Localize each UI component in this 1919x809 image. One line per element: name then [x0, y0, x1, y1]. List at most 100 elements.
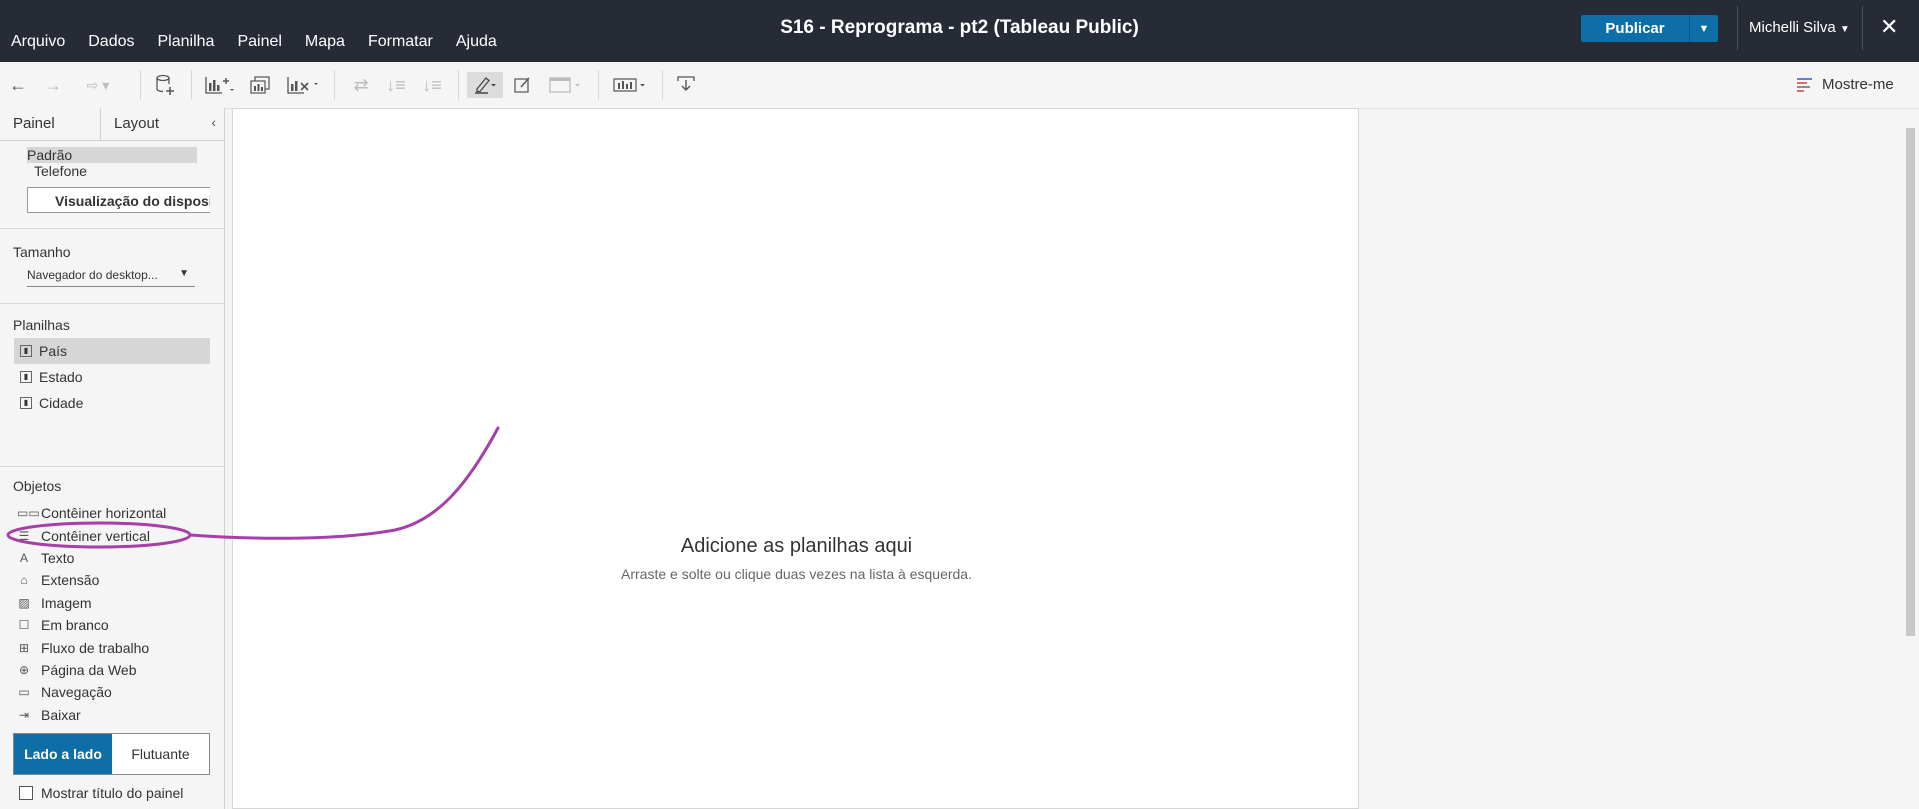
fit-icon[interactable] — [547, 72, 583, 98]
objects-section: Objetos ▭▭ Contêiner horizontal ☰ Contêine… — [0, 466, 224, 726]
dashboard-side-panel: Painel Layout ‹ Padrão Telefone Visualiz… — [0, 108, 225, 809]
show-title-checkbox[interactable] — [19, 786, 33, 800]
separator — [1862, 6, 1863, 50]
panel-tabs: Painel Layout ‹ — [0, 108, 224, 141]
text-icon: A — [19, 550, 28, 565]
show-title-option[interactable]: Mostrar título do painel — [19, 785, 183, 801]
object-workflow[interactable]: ⊞ Fluxo de trabalho — [0, 636, 224, 658]
size-dropdown[interactable]: Navegador do desktop... ▼ — [27, 268, 195, 287]
show-me-label: Mostre-me — [1822, 76, 1894, 93]
clear-sheet-icon[interactable] — [285, 72, 321, 98]
sheet-label: Estado — [39, 369, 83, 385]
title-bar: Arquivo Dados Planilha Painel Mapa Forma… — [0, 0, 1919, 62]
device-default[interactable]: Padrão — [27, 147, 197, 163]
toolbar: ← → ⇨ ▾ ⇄ ↓≡ ↓≡ Mostre-me — [0, 62, 1919, 109]
size-value: Navegador do desktop... — [27, 268, 158, 282]
blank-icon: ☐ — [18, 618, 30, 633]
object-label: Contêiner vertical — [41, 527, 150, 544]
object-label: Fluxo de trabalho — [41, 639, 150, 656]
object-label: Página da Web — [41, 661, 137, 678]
object-label: Extensão — [41, 572, 100, 589]
separator — [334, 70, 335, 100]
sheet-item-pais[interactable]: ▮ País — [14, 338, 210, 364]
sort-descending-icon[interactable]: ↓≡ — [420, 72, 444, 98]
annotate-icon[interactable] — [512, 72, 534, 98]
duplicate-sheet-icon[interactable] — [248, 72, 274, 98]
swap-icon[interactable]: ⇄ — [350, 72, 372, 98]
object-label: Texto — [41, 549, 75, 566]
canvas-subtext: Arraste e solte ou clique duas vezes na … — [621, 566, 972, 582]
sheet-item-cidade[interactable]: ▮ Cidade — [14, 390, 210, 416]
web-page-icon: ⊕ — [18, 662, 30, 677]
sheet-icon: ▮ — [20, 345, 32, 357]
object-horizontal-container[interactable]: ▭▭ Contêiner horizontal — [0, 502, 224, 524]
object-label: Navegação — [41, 684, 112, 701]
sheet-item-estado[interactable]: ▮ Estado — [14, 364, 210, 390]
publish-button[interactable]: Publicar — [1581, 15, 1689, 42]
object-text[interactable]: A Texto — [0, 547, 224, 569]
sheet-label: Cidade — [39, 395, 84, 411]
dropdown-arrow-icon: ▼ — [179, 268, 189, 279]
user-name: Michelli Silva — [1749, 19, 1836, 36]
image-icon: ▨ — [18, 595, 30, 610]
sheets-section: Planilhas ▮ País ▮ Estado ▮ Cidade — [0, 303, 224, 466]
object-label: Em branco — [41, 617, 109, 634]
vertical-container-icon: ☰ — [18, 528, 30, 543]
separator — [662, 70, 663, 100]
chevron-down-icon: ▼ — [1839, 24, 1850, 35]
separator — [191, 70, 192, 100]
presentation-icon[interactable] — [611, 72, 649, 98]
object-blank[interactable]: ☐ Em branco — [0, 614, 224, 636]
floating-button[interactable]: Flutuante — [112, 734, 209, 774]
dashboard-canvas[interactable]: Adicione as planilhas aqui Arraste e sol… — [232, 108, 1359, 809]
device-preview-button[interactable]: Visualização do disposit — [27, 187, 210, 213]
object-web-page[interactable]: ⊕ Página da Web — [0, 659, 224, 681]
object-download[interactable]: ⇥ Baixar — [0, 704, 224, 726]
layout-mode-toggle: Lado a lado Flutuante — [13, 733, 210, 775]
object-extension[interactable]: ⌂ Extensão — [0, 569, 224, 591]
highlight-icon[interactable] — [467, 72, 503, 98]
size-section: Tamanho Navegador do desktop... ▼ — [0, 228, 224, 297]
horizontal-container-icon: ▭▭ — [17, 506, 40, 521]
undo-icon[interactable]: ← — [8, 72, 28, 98]
workflow-icon: ⊞ — [18, 640, 30, 655]
size-title: Tamanho — [13, 244, 71, 260]
redo-icon[interactable]: → — [43, 72, 63, 98]
show-title-label: Mostrar título do painel — [41, 785, 184, 801]
sheets-title: Planilhas — [13, 317, 70, 333]
sheet-icon: ▮ — [20, 371, 32, 383]
new-data-source-icon[interactable] — [152, 72, 178, 98]
collapse-panel-icon[interactable]: ‹ — [211, 114, 216, 130]
sheet-icon: ▮ — [20, 397, 32, 409]
new-sheet-icon[interactable] — [203, 72, 235, 98]
separator — [458, 70, 459, 100]
device-phone[interactable]: Telefone — [27, 163, 224, 179]
object-navigation[interactable]: ▭ Navegação — [0, 681, 224, 703]
separator — [598, 70, 599, 100]
separator — [140, 70, 141, 100]
sheet-label: País — [39, 343, 68, 359]
object-vertical-container[interactable]: ☰ Contêiner vertical — [0, 524, 224, 546]
object-label: Baixar — [41, 706, 81, 723]
extension-icon: ⌂ — [20, 573, 28, 588]
canvas-heading: Adicione as planilhas aqui — [680, 535, 913, 557]
show-me-icon — [1797, 77, 1812, 92]
publish-dropdown-icon[interactable]: ▼ — [1689, 15, 1718, 42]
navigation-icon: ▭ — [18, 685, 30, 700]
object-image[interactable]: ▨ Imagem — [0, 592, 224, 614]
device-list: Padrão Telefone — [0, 141, 224, 179]
object-label: Contêiner horizontal — [41, 505, 167, 522]
user-menu[interactable]: Michelli Silva ▼ — [1749, 19, 1850, 36]
object-label: Imagem — [41, 594, 92, 611]
tab-layout[interactable]: Layout — [101, 108, 202, 140]
download-icon[interactable] — [674, 72, 698, 98]
tab-painel[interactable]: Painel — [0, 108, 101, 140]
replay-icon[interactable]: ⇨ ▾ — [78, 72, 118, 98]
close-icon[interactable]: ✕ — [1880, 14, 1898, 40]
sort-ascending-icon[interactable]: ↓≡ — [385, 72, 407, 98]
vertical-scrollbar[interactable] — [1906, 128, 1915, 636]
tiled-button[interactable]: Lado a lado — [14, 734, 112, 774]
show-me-button[interactable]: Mostre-me — [1797, 76, 1894, 93]
download-object-icon: ⇥ — [18, 707, 30, 722]
publish-button-group: Publicar ▼ — [1581, 15, 1718, 42]
